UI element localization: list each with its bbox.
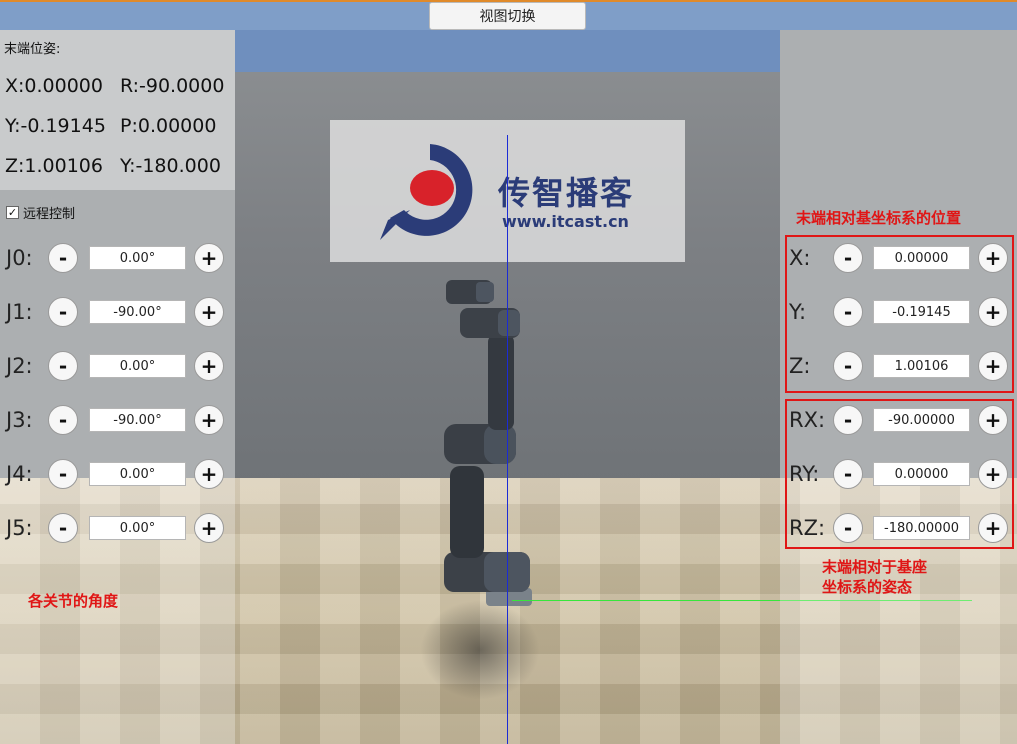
position-value-field[interactable]: 1.00106 (873, 354, 970, 378)
joint-value-field[interactable]: -90.00° (89, 300, 186, 324)
joint-label: J1: (6, 300, 33, 324)
itcast-logo-icon (380, 144, 473, 240)
orientation-increase-button[interactable]: + (978, 459, 1008, 489)
joint-decrease-button[interactable]: - (48, 297, 78, 327)
orientation-label: RY: (789, 462, 820, 486)
position-increase-button[interactable]: + (978, 351, 1008, 381)
remote-control-label: 远程控制 (23, 207, 76, 222)
joint-label: J0: (6, 246, 33, 270)
logo-url-text: www.itcast.cn (502, 212, 629, 231)
view-switch-button[interactable]: 视图切换 (429, 2, 586, 30)
position-label: Z: (789, 354, 811, 378)
pose-z-value: Z:1.00106 (5, 155, 103, 177)
joint-value-field[interactable]: 0.00° (89, 354, 186, 378)
remote-control-toggle[interactable]: ✓ 远程控制 (6, 203, 75, 222)
orientation-label: RX: (789, 408, 826, 432)
joint-decrease-button[interactable]: - (48, 405, 78, 435)
end-pose-panel: 末端位姿: X:0.00000 R:-90.0000 Y:-0.19145 P:… (0, 30, 235, 190)
joint-value-field[interactable]: 0.00° (89, 246, 186, 270)
pose-y-value: Y:-0.19145 (5, 115, 106, 137)
joint-value-field[interactable]: 0.00° (89, 462, 186, 486)
end-pose-title: 末端位姿: (4, 42, 61, 57)
robot-shadow (420, 600, 540, 700)
joint-label: J5: (6, 516, 33, 540)
position-row-2: Z: -1.00106 + (780, 349, 1017, 383)
joint-decrease-button[interactable]: - (48, 351, 78, 381)
position-increase-button[interactable]: + (978, 243, 1008, 273)
joint-increase-button[interactable]: + (194, 513, 224, 543)
position-value-field[interactable]: 0.00000 (873, 246, 970, 270)
position-row-0: X: -0.00000 + (780, 241, 1017, 275)
remote-control-checkbox[interactable]: ✓ (6, 206, 19, 219)
position-decrease-button[interactable]: - (833, 297, 863, 327)
robot-arm-model (444, 280, 532, 606)
orientation-row-0: RX: - -90.00000 + (780, 403, 1017, 437)
scene-ceiling-inner (235, 30, 780, 72)
orientation-decrease-button[interactable]: - (833, 459, 863, 489)
joint-decrease-button[interactable]: - (48, 243, 78, 273)
orientation-decrease-button[interactable]: - (833, 405, 863, 435)
joint-row-j1: J1: - -90.00° + (0, 295, 235, 329)
position-label: X: (789, 246, 811, 270)
logo-text-cn: 传智播客 (498, 174, 635, 212)
position-increase-button[interactable]: + (978, 297, 1008, 327)
joint-increase-button[interactable]: + (194, 243, 224, 273)
position-decrease-button[interactable]: - (833, 243, 863, 273)
orientation-annotation-line2: 坐标系的姿态 (822, 578, 913, 596)
orientation-label: RZ: (789, 516, 826, 540)
joint-label: J4: (6, 462, 33, 486)
joint-row-j0: J0: -0.00° + (0, 241, 235, 275)
joint-angle-annotation: 各关节的角度 (28, 592, 119, 610)
joint-value-field[interactable]: -90.00° (89, 408, 186, 432)
orientation-value-field[interactable]: -180.00000 (873, 516, 970, 540)
position-value-field[interactable]: -0.19145 (873, 300, 970, 324)
orientation-increase-button[interactable]: + (978, 513, 1008, 543)
joint-row-j2: J2: -0.00° + (0, 349, 235, 383)
joint-row-j5: J5: -0.00° + (0, 511, 235, 545)
pose-yaw-value: Y:-180.000 (120, 155, 221, 177)
orientation-annotation-line1: 末端相对于基座 (822, 558, 928, 576)
orientation-value-field[interactable]: 0.00000 (873, 462, 970, 486)
joint-decrease-button[interactable]: - (48, 513, 78, 543)
pose-x-value: X:0.00000 (5, 75, 103, 97)
joint-increase-button[interactable]: + (194, 297, 224, 327)
orientation-value-field[interactable]: -90.00000 (873, 408, 970, 432)
position-decrease-button[interactable]: - (833, 351, 863, 381)
pose-r-value: R:-90.0000 (120, 75, 225, 97)
joint-value-field[interactable]: 0.00° (89, 516, 186, 540)
joint-row-j4: J4: -0.00° + (0, 457, 235, 491)
position-annotation: 末端相对基坐标系的位置 (796, 209, 962, 227)
pose-p-value: P:0.00000 (120, 115, 217, 137)
joint-increase-button[interactable]: + (194, 351, 224, 381)
joint-increase-button[interactable]: + (194, 459, 224, 489)
z-axis-line (507, 135, 508, 744)
joint-label: J3: (6, 408, 33, 432)
joint-increase-button[interactable]: + (194, 405, 224, 435)
joint-label: J2: (6, 354, 33, 378)
orientation-row-1: RY: -0.00000 + (780, 457, 1017, 491)
orientation-increase-button[interactable]: + (978, 405, 1008, 435)
position-row-1: Y: - -0.19145 + (780, 295, 1017, 329)
orientation-decrease-button[interactable]: - (833, 513, 863, 543)
joint-row-j3: J3: - -90.00° + (0, 403, 235, 437)
position-label: Y: (789, 300, 807, 324)
orientation-row-2: RZ: - -180.00000 + (780, 511, 1017, 545)
joint-decrease-button[interactable]: - (48, 459, 78, 489)
